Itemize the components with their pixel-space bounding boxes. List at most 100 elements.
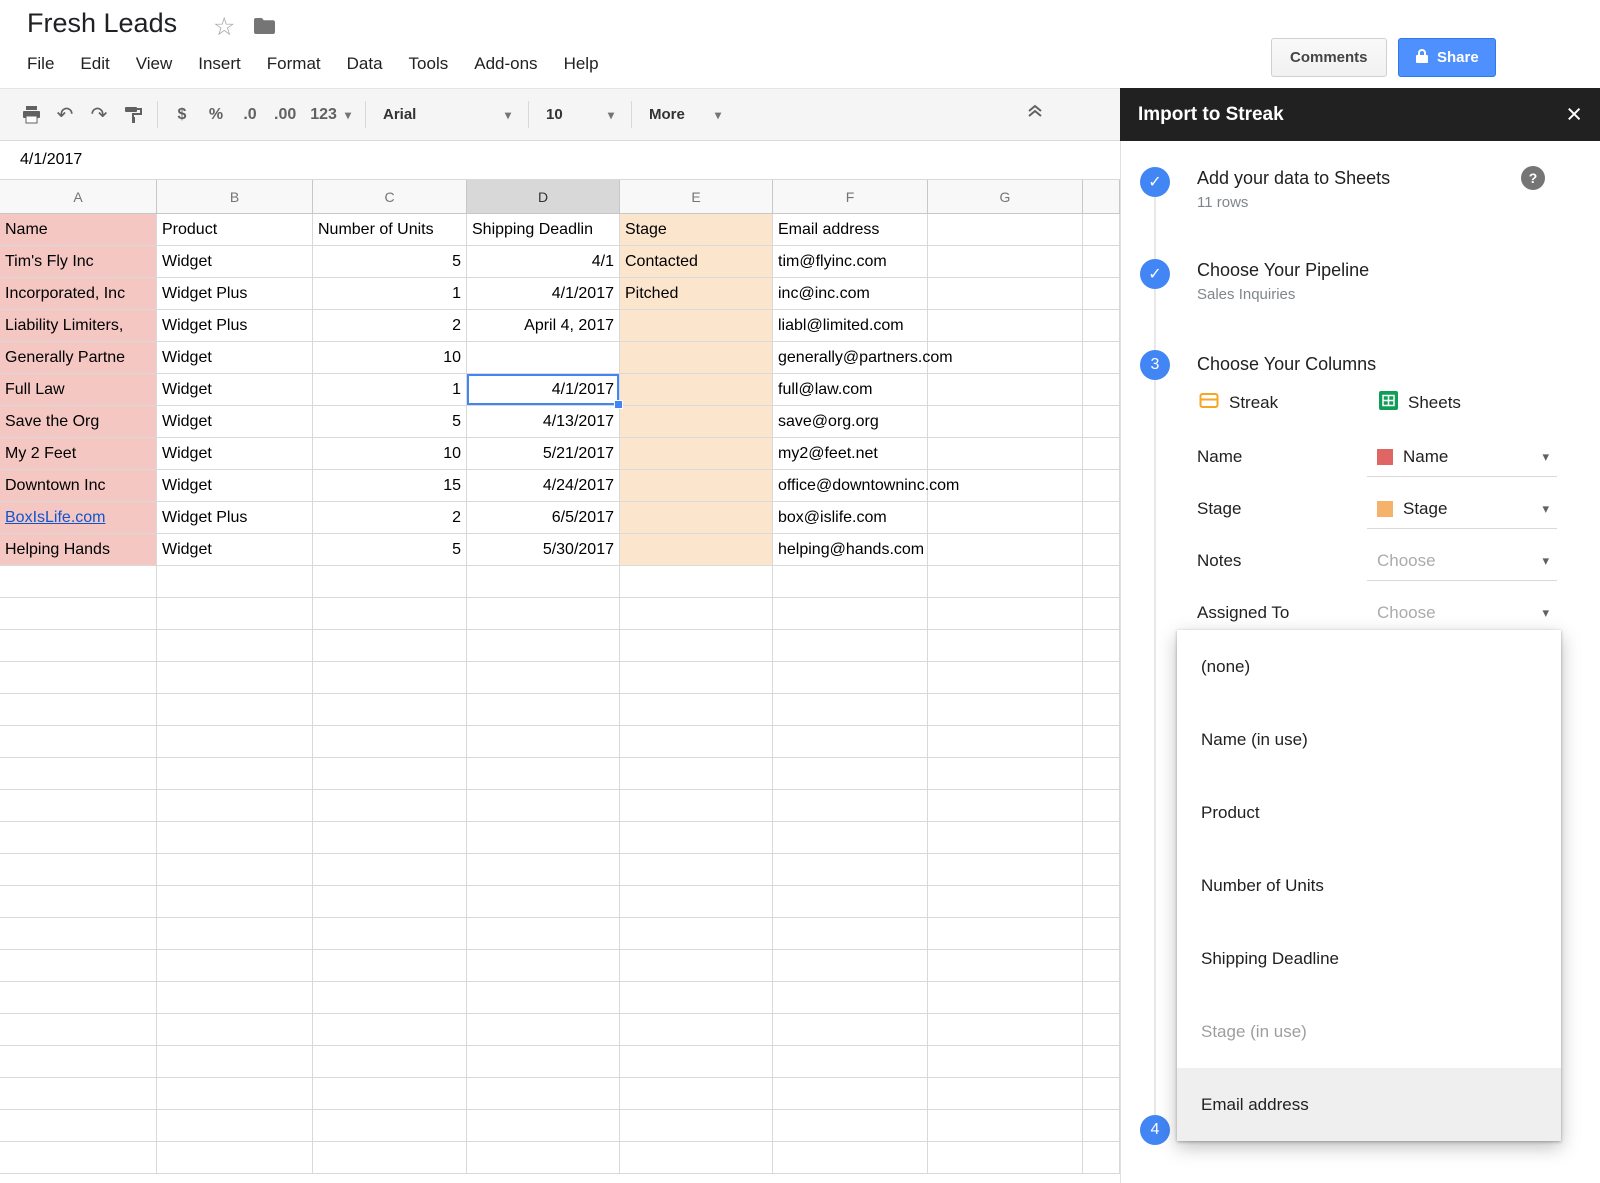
cell-E2[interactable]: Contacted bbox=[620, 246, 773, 278]
cell-G25[interactable] bbox=[928, 982, 1083, 1014]
cell-A21[interactable] bbox=[0, 854, 157, 886]
cell-D9[interactable]: 4/24/2017 bbox=[467, 470, 620, 502]
cell-B24[interactable] bbox=[157, 950, 313, 982]
cell-F26[interactable] bbox=[773, 1014, 928, 1046]
cell-D23[interactable] bbox=[467, 918, 620, 950]
cell-A27[interactable] bbox=[0, 1046, 157, 1078]
menu-help[interactable]: Help bbox=[551, 48, 612, 80]
cell-G15[interactable] bbox=[928, 662, 1083, 694]
cell-E6[interactable] bbox=[620, 374, 773, 406]
cell-B20[interactable] bbox=[157, 822, 313, 854]
cell-G6[interactable] bbox=[928, 374, 1083, 406]
cell-E11[interactable] bbox=[620, 534, 773, 566]
cell-C3[interactable]: 1 bbox=[313, 278, 467, 310]
cell-H17[interactable] bbox=[1083, 726, 1120, 758]
cell-E21[interactable] bbox=[620, 854, 773, 886]
column-header-B[interactable]: B bbox=[157, 180, 313, 214]
cell-H29[interactable] bbox=[1083, 1110, 1120, 1142]
cell-C14[interactable] bbox=[313, 630, 467, 662]
cell-H8[interactable] bbox=[1083, 438, 1120, 470]
star-icon[interactable]: ☆ bbox=[213, 12, 235, 42]
cell-G11[interactable] bbox=[928, 534, 1083, 566]
cell-D7[interactable]: 4/13/2017 bbox=[467, 406, 620, 438]
cell-A11[interactable]: Helping Hands bbox=[0, 534, 157, 566]
cell-F8[interactable]: my2@feet.net bbox=[773, 438, 928, 470]
cell-A23[interactable] bbox=[0, 918, 157, 950]
column-header-F[interactable]: F bbox=[773, 180, 928, 214]
cell-E9[interactable] bbox=[620, 470, 773, 502]
cell-A3[interactable]: Incorporated, Inc bbox=[0, 278, 157, 310]
cell-F9[interactable]: office@downtowninc.com bbox=[773, 470, 959, 502]
cell-C25[interactable] bbox=[313, 982, 467, 1014]
cell-C5[interactable]: 10 bbox=[313, 342, 467, 374]
cell-C29[interactable] bbox=[313, 1110, 467, 1142]
cell-H12[interactable] bbox=[1083, 566, 1120, 598]
cell-H27[interactable] bbox=[1083, 1046, 1120, 1078]
cell-A12[interactable] bbox=[0, 566, 157, 598]
cell-H7[interactable] bbox=[1083, 406, 1120, 438]
cell-A6[interactable]: Full Law bbox=[0, 374, 157, 406]
cell-D15[interactable] bbox=[467, 662, 620, 694]
cell-G7[interactable] bbox=[928, 406, 1083, 438]
cell-H21[interactable] bbox=[1083, 854, 1120, 886]
cell-B26[interactable] bbox=[157, 1014, 313, 1046]
cell-H6[interactable] bbox=[1083, 374, 1120, 406]
cell-B9[interactable]: Widget bbox=[157, 470, 313, 502]
cell-G1[interactable] bbox=[928, 214, 1083, 246]
cell-G19[interactable] bbox=[928, 790, 1083, 822]
dropdown-item-email-address[interactable]: Email address bbox=[1177, 1068, 1561, 1141]
cell-B23[interactable] bbox=[157, 918, 313, 950]
cell-E17[interactable] bbox=[620, 726, 773, 758]
cell-D13[interactable] bbox=[467, 598, 620, 630]
cell-G20[interactable] bbox=[928, 822, 1083, 854]
cell-D11[interactable]: 5/30/2017 bbox=[467, 534, 620, 566]
cell-E24[interactable] bbox=[620, 950, 773, 982]
folder-icon[interactable] bbox=[253, 16, 277, 41]
cell-B16[interactable] bbox=[157, 694, 313, 726]
cell-E10[interactable] bbox=[620, 502, 773, 534]
collapse-toolbar-icon[interactable] bbox=[1026, 103, 1044, 124]
cell-B28[interactable] bbox=[157, 1078, 313, 1110]
format-currency-button[interactable]: $ bbox=[165, 97, 199, 133]
cell-C21[interactable] bbox=[313, 854, 467, 886]
cell-F30[interactable] bbox=[773, 1142, 928, 1174]
cell-B17[interactable] bbox=[157, 726, 313, 758]
cell-E20[interactable] bbox=[620, 822, 773, 854]
cell-D29[interactable] bbox=[467, 1110, 620, 1142]
cell-B7[interactable]: Widget bbox=[157, 406, 313, 438]
cell-D4[interactable]: April 4, 2017 bbox=[467, 310, 620, 342]
cell-E16[interactable] bbox=[620, 694, 773, 726]
cell-E26[interactable] bbox=[620, 1014, 773, 1046]
cell-C18[interactable] bbox=[313, 758, 467, 790]
cell-G8[interactable] bbox=[928, 438, 1083, 470]
cell-H19[interactable] bbox=[1083, 790, 1120, 822]
cell-B18[interactable] bbox=[157, 758, 313, 790]
cell-G22[interactable] bbox=[928, 886, 1083, 918]
cell-D16[interactable] bbox=[467, 694, 620, 726]
cell-C6[interactable]: 1 bbox=[313, 374, 467, 406]
cell-C22[interactable] bbox=[313, 886, 467, 918]
help-icon[interactable]: ? bbox=[1521, 166, 1545, 190]
cell-E3[interactable]: Pitched bbox=[620, 278, 773, 310]
dropdown-item-none[interactable]: (none) bbox=[1177, 630, 1561, 703]
undo-icon[interactable]: ↶ bbox=[48, 97, 82, 133]
cell-D17[interactable] bbox=[467, 726, 620, 758]
cell-E1[interactable]: Stage bbox=[620, 214, 773, 246]
cell-A8[interactable]: My 2 Feet bbox=[0, 438, 157, 470]
cell-A17[interactable] bbox=[0, 726, 157, 758]
cell-E18[interactable] bbox=[620, 758, 773, 790]
cell-F17[interactable] bbox=[773, 726, 928, 758]
cell-C23[interactable] bbox=[313, 918, 467, 950]
cell-F6[interactable]: full@law.com bbox=[773, 374, 928, 406]
cell-A16[interactable] bbox=[0, 694, 157, 726]
cell-G4[interactable] bbox=[928, 310, 1083, 342]
cell-C27[interactable] bbox=[313, 1046, 467, 1078]
cell-F21[interactable] bbox=[773, 854, 928, 886]
cell-A18[interactable] bbox=[0, 758, 157, 790]
cell-B27[interactable] bbox=[157, 1046, 313, 1078]
cell-G13[interactable] bbox=[928, 598, 1083, 630]
cell-A5[interactable]: Generally Partne bbox=[0, 342, 157, 374]
cell-B12[interactable] bbox=[157, 566, 313, 598]
cell-F29[interactable] bbox=[773, 1110, 928, 1142]
cell-F12[interactable] bbox=[773, 566, 928, 598]
